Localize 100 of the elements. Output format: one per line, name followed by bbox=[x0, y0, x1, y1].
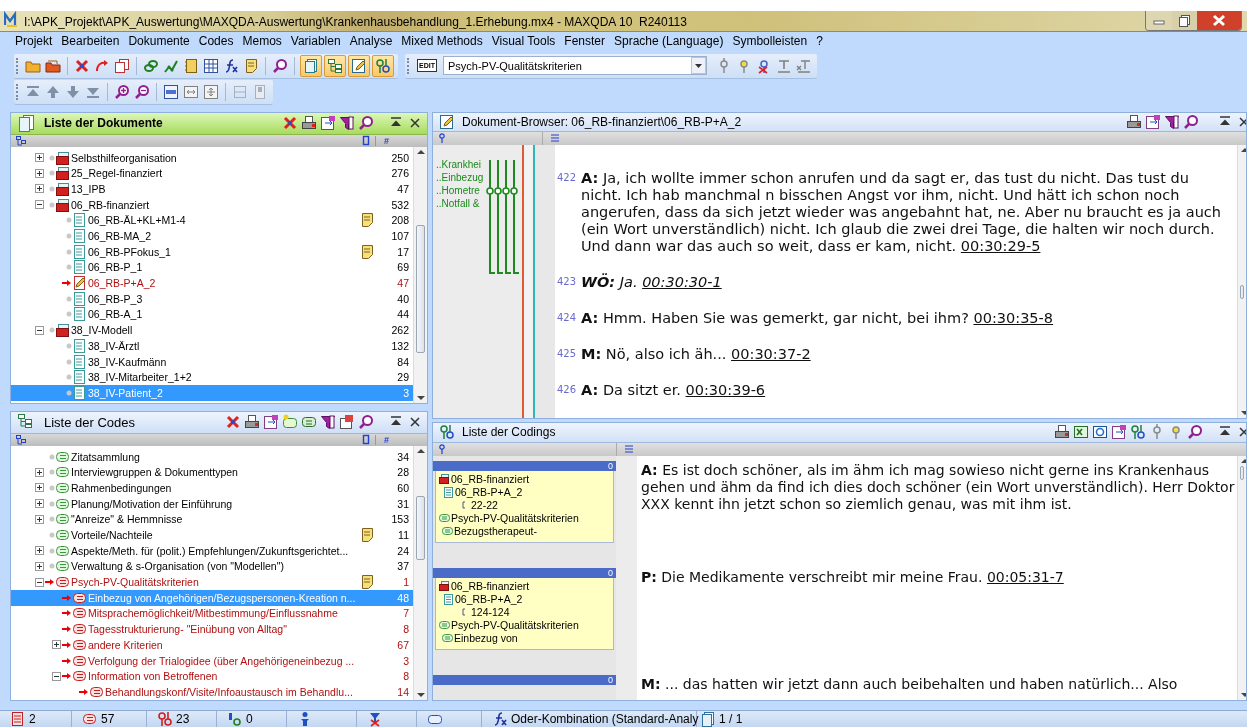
menu-item[interactable]: Visual Tools bbox=[487, 32, 560, 51]
scrollbar[interactable] bbox=[1237, 455, 1246, 700]
scrollbar-thumb[interactable] bbox=[1240, 284, 1244, 299]
menu-item[interactable]: Variablen bbox=[286, 32, 345, 51]
underline-icon[interactable] bbox=[795, 57, 812, 74]
search-icon[interactable] bbox=[272, 57, 288, 74]
restore-button[interactable] bbox=[1172, 11, 1197, 30]
search-icon[interactable] bbox=[1187, 424, 1203, 441]
tree-item[interactable]: 06_RB-A_1 44 bbox=[11, 306, 413, 323]
printer-icon[interactable] bbox=[1126, 113, 1142, 130]
expand-icon[interactable] bbox=[52, 640, 61, 650]
search-icon[interactable] bbox=[1183, 113, 1199, 130]
filter-icon[interactable] bbox=[1164, 113, 1180, 130]
tree-item[interactable]: 06_RB-PFokus_1 17 bbox=[11, 243, 413, 260]
spreadsheet-icon[interactable] bbox=[1073, 424, 1089, 441]
scrollbar-thumb[interactable] bbox=[416, 495, 425, 560]
codings-icon[interactable] bbox=[1130, 424, 1146, 441]
expand-icon[interactable] bbox=[35, 168, 44, 178]
export-icon[interactable] bbox=[320, 115, 336, 132]
tree-icon[interactable] bbox=[15, 434, 27, 446]
export-icon[interactable] bbox=[1111, 424, 1127, 441]
zoom-out-icon[interactable] bbox=[134, 83, 150, 100]
menu-item[interactable]: Fenster bbox=[560, 32, 609, 51]
timestamp-link[interactable]: 00:30:35-8 bbox=[973, 309, 1054, 326]
tree-item[interactable]: Planung/Motivation der Einführung 31 bbox=[11, 495, 413, 512]
close-button[interactable] bbox=[1197, 11, 1241, 30]
open-folder-icon[interactable] bbox=[45, 57, 61, 74]
filter-icon[interactable] bbox=[320, 414, 336, 431]
tree-item[interactable]: 06_RB-P_1 69 bbox=[11, 259, 413, 276]
new-code-icon[interactable] bbox=[282, 414, 298, 431]
expand-icon[interactable] bbox=[35, 184, 44, 194]
memo-icon[interactable] bbox=[359, 574, 375, 591]
link-icon[interactable] bbox=[143, 57, 159, 74]
cross-icon[interactable] bbox=[74, 57, 90, 74]
menu-item[interactable]: Codes bbox=[194, 32, 238, 51]
filter-icon[interactable] bbox=[339, 115, 355, 132]
tree-icon[interactable] bbox=[15, 135, 27, 147]
memo-icon[interactable] bbox=[359, 243, 375, 260]
code-label[interactable]: ..Hometre bbox=[436, 183, 486, 197]
analysis-mode[interactable]: Oder-Kombination (Standard-Analy bbox=[511, 711, 699, 726]
source-column-icon[interactable] bbox=[437, 443, 447, 456]
scrollbar-thumb[interactable] bbox=[1240, 465, 1244, 480]
tree-item[interactable]: Information von Betroffenen 8 bbox=[11, 668, 413, 685]
tree-item[interactable]: Selbsthilfeorganisation 250 bbox=[11, 149, 413, 166]
fit-page-icon[interactable] bbox=[203, 83, 219, 100]
timestamp-link[interactable]: 00:30:37-2 bbox=[731, 345, 811, 362]
tree-item[interactable]: 13_IPB 47 bbox=[11, 181, 413, 197]
menu-item[interactable]: Symbolleisten bbox=[728, 32, 812, 51]
code-list-toggle[interactable] bbox=[324, 54, 346, 77]
codings-list-toggle[interactable] bbox=[372, 54, 394, 77]
cross-icon[interactable] bbox=[282, 115, 298, 132]
export-icon[interactable] bbox=[263, 414, 279, 431]
down-arrow-icon[interactable] bbox=[65, 83, 81, 100]
expand-icon[interactable] bbox=[35, 561, 44, 571]
table-icon[interactable] bbox=[203, 57, 219, 74]
expand-icon[interactable] bbox=[35, 483, 44, 493]
underline-icon[interactable] bbox=[775, 57, 792, 74]
menu-item[interactable]: Analyse bbox=[345, 32, 397, 51]
tree-item[interactable]: Zitatsammlung 34 bbox=[11, 448, 413, 465]
printer-icon[interactable] bbox=[244, 414, 260, 431]
code-label[interactable]: ..Krankhei bbox=[436, 157, 486, 171]
tree-item[interactable]: andere Kriterien 67 bbox=[11, 636, 413, 653]
memo-icon[interactable] bbox=[359, 527, 375, 543]
expand-icon[interactable] bbox=[35, 499, 44, 509]
scrollbar[interactable] bbox=[413, 445, 427, 700]
code-label[interactable]: ..Einbezug bbox=[436, 170, 486, 184]
menu-item[interactable]: Memos bbox=[238, 32, 286, 51]
export-icon[interactable] bbox=[1145, 113, 1161, 130]
tree-item[interactable]: Mitsprachemöglichkeit/Mitbestimmung/Einflussnahme 7 bbox=[11, 605, 413, 622]
tree-item[interactable]: 06_RB-ÄL+KL+M1-4 208 bbox=[11, 212, 413, 229]
windows-icon[interactable] bbox=[114, 57, 130, 74]
fit-width-icon[interactable] bbox=[183, 83, 199, 100]
tree-item[interactable]: Verfolgung der Trialogidee (über Angehörigeneinbezug ... 3 bbox=[11, 652, 413, 669]
tree-item[interactable]: 25_Regel-finanziert 276 bbox=[11, 165, 413, 182]
menu-item[interactable]: Projekt bbox=[11, 32, 57, 51]
tree-item[interactable]: Vorteile/Nachteile 11 bbox=[11, 527, 413, 543]
page-zoom-icon[interactable] bbox=[163, 83, 179, 100]
tree-item[interactable]: Verwaltung & s-Organisation (von "Modellen") 37 bbox=[11, 558, 413, 575]
tree-item[interactable]: Behandlungskonf/Visite/Infoaustausch im Behandlu... 14 bbox=[11, 684, 413, 700]
tree-item[interactable]: 06_RB-P_3 40 bbox=[11, 290, 413, 307]
tree-item[interactable]: Rahmenbedingungen 60 bbox=[11, 480, 413, 496]
document-browser-toggle[interactable] bbox=[348, 54, 370, 77]
tree-item[interactable]: Psych-PV-Qualitätskriterien 1 bbox=[11, 574, 413, 590]
coding-card[interactable]: 06_RB-finanziert 06_RB-P+A_2 124-124 Psych-PV-Qualitätskriterien Einbezug von bbox=[435, 577, 614, 650]
tree-item[interactable]: Aspekte/Meth. für (polit.) Empfehlungen/Zukunftsgerichtet... 24 bbox=[11, 542, 413, 559]
tree-item[interactable]: 38_IV-Modell 262 bbox=[11, 322, 413, 338]
menu-item[interactable]: Dokumente bbox=[124, 32, 194, 51]
tree-item[interactable]: Interviewgruppen & Dokumenttypen 28 bbox=[11, 464, 413, 481]
printer-icon[interactable] bbox=[1054, 424, 1070, 441]
text-column-icon[interactable] bbox=[623, 443, 635, 456]
code-column-icon[interactable] bbox=[437, 132, 447, 145]
tree-item[interactable]: 38_IV-Kaufmänn 84 bbox=[11, 353, 413, 370]
search-icon[interactable] bbox=[358, 115, 374, 132]
expand-icon[interactable] bbox=[35, 546, 44, 556]
timestamp-link[interactable]: 00:05:31-7 bbox=[986, 568, 1064, 585]
code-label[interactable]: ..Notfall & bbox=[436, 196, 486, 210]
collapse-icon[interactable] bbox=[52, 671, 61, 681]
timestamp-link[interactable]: 00:30:30-1 bbox=[642, 273, 722, 290]
notebook-icon[interactable] bbox=[183, 57, 199, 74]
tree-item[interactable]: 06_RB-P+A_2 47 bbox=[11, 275, 413, 291]
